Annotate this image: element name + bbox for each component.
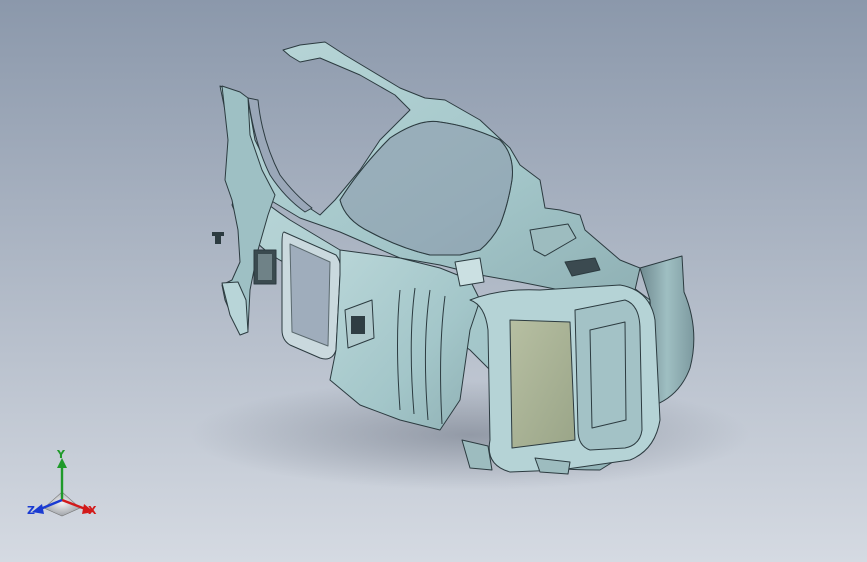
model-view[interactable] (0, 0, 867, 562)
graphics-viewport[interactable]: Y X Z (0, 0, 867, 562)
z-axis-label: Z (27, 504, 35, 517)
rear-inner-panel (574, 299, 643, 451)
grab-handle-slot (351, 316, 365, 334)
axis-triad: Y X Z (22, 448, 106, 524)
rear-glass (509, 319, 576, 449)
sunroof-opening (289, 243, 331, 347)
center-mount (454, 257, 485, 287)
y-axis-label: Y (57, 448, 65, 461)
dome-light-lens (258, 254, 272, 280)
x-axis-label: X (88, 504, 97, 517)
